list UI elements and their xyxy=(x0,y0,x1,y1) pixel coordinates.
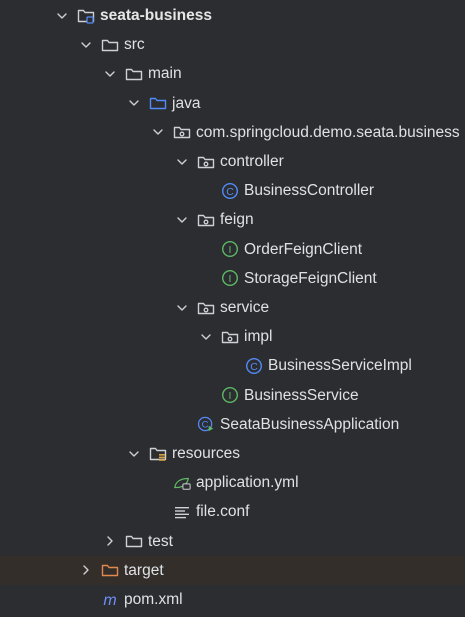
tree-node-label: file.conf xyxy=(196,503,250,521)
tree-node-controller[interactable]: controller xyxy=(0,147,465,176)
tree-node-label: seata-business xyxy=(100,7,212,24)
package-icon xyxy=(197,153,215,171)
tree-node-seatabusinessapplication[interactable]: C SeataBusinessApplication xyxy=(0,410,465,439)
excluded-folder-icon xyxy=(101,561,119,579)
chevron-down-icon[interactable] xyxy=(199,330,213,344)
tree-node-label: resources xyxy=(172,445,241,462)
tree-node-label: application.yml xyxy=(196,474,299,492)
interface-icon: I xyxy=(221,386,239,404)
project-tree: seata-business src main java com.springcloud… xyxy=(0,0,465,617)
chevron-down-icon[interactable] xyxy=(151,125,165,139)
tree-node-resources[interactable]: resources xyxy=(0,439,465,468)
interface-icon: I xyxy=(221,240,239,258)
folder-icon xyxy=(101,36,119,54)
package-icon xyxy=(173,123,191,141)
chevron-down-icon[interactable] xyxy=(175,213,189,227)
tree-node-label: controller xyxy=(220,153,284,170)
package-icon xyxy=(197,211,215,229)
tree-node-impl[interactable]: impl xyxy=(0,322,465,351)
resources-folder-icon xyxy=(149,445,167,463)
tree-node-businessservice[interactable]: I BusinessService xyxy=(0,381,465,410)
tree-node-file-conf[interactable]: file.conf xyxy=(0,497,465,526)
chevron-right-icon[interactable] xyxy=(103,534,117,548)
tree-node-label: src xyxy=(124,36,145,54)
tree-node-label: java xyxy=(172,94,201,112)
tree-node-seata-business[interactable]: seata-business xyxy=(0,1,465,30)
tree-node-label: main xyxy=(148,65,182,83)
class-icon: C xyxy=(221,182,239,200)
spring-boot-class-icon: C xyxy=(197,415,215,433)
svg-text:C: C xyxy=(202,420,209,431)
tree-node-label: com.springcloud.demo.seata.business xyxy=(196,123,460,141)
tree-node-service[interactable]: service xyxy=(0,293,465,322)
module-folder-icon xyxy=(77,7,95,25)
tree-node-src[interactable]: src xyxy=(0,30,465,59)
tree-node-label: BusinessServiceImpl xyxy=(268,357,412,375)
chevron-down-icon[interactable] xyxy=(127,447,141,461)
tree-node-pom-xml[interactable]: m pom.xml xyxy=(0,585,465,614)
svg-text:I: I xyxy=(229,244,232,256)
folder-icon xyxy=(125,532,143,550)
tree-node-target[interactable]: target xyxy=(0,555,465,585)
chevron-down-icon[interactable] xyxy=(79,38,93,52)
tree-node-label: service xyxy=(220,299,270,316)
tree-node-label: StorageFeignClient xyxy=(244,269,377,287)
tree-node-businessserviceimpl[interactable]: C BusinessServiceImpl xyxy=(0,351,465,380)
package-icon xyxy=(221,328,239,346)
tree-node-test[interactable]: test xyxy=(0,527,465,556)
folder-icon xyxy=(125,65,143,83)
yaml-icon xyxy=(173,474,191,492)
tree-node-java[interactable]: java xyxy=(0,89,465,118)
interface-icon: I xyxy=(221,269,239,287)
tree-node-label: test xyxy=(148,532,173,550)
chevron-right-icon[interactable] xyxy=(79,563,93,577)
tree-node-orderfeignclient[interactable]: I OrderFeignClient xyxy=(0,235,465,264)
tree-node-label: BusinessController xyxy=(244,182,375,200)
svg-text:C: C xyxy=(226,185,234,197)
tree-node-label: BusinessService xyxy=(244,386,359,404)
chevron-down-icon[interactable] xyxy=(55,9,69,23)
tree-node-label: SeataBusinessApplication xyxy=(220,415,400,433)
svg-text:C: C xyxy=(250,361,258,373)
tree-node-main[interactable]: main xyxy=(0,59,465,88)
class-icon: C xyxy=(245,357,263,375)
source-folder-icon xyxy=(149,94,167,112)
tree-node-businesscontroller[interactable]: C BusinessController xyxy=(0,176,465,205)
tree-node-label: OrderFeignClient xyxy=(244,240,363,258)
tree-node-com-springcloud-demo-seata-business[interactable]: com.springcloud.demo.seata.business xyxy=(0,118,465,147)
svg-text:I: I xyxy=(229,273,232,285)
text-file-icon xyxy=(173,503,191,521)
svg-text:m: m xyxy=(103,592,116,608)
chevron-down-icon[interactable] xyxy=(127,96,141,110)
chevron-down-icon[interactable] xyxy=(175,301,189,315)
tree-node-label: impl xyxy=(244,328,273,346)
tree-node-label: pom.xml xyxy=(124,591,183,608)
svg-text:I: I xyxy=(229,390,232,402)
tree-node-storagefeignclient[interactable]: I StorageFeignClient xyxy=(0,264,465,293)
maven-icon: m xyxy=(101,591,119,609)
tree-node-application-yml[interactable]: application.yml xyxy=(0,468,465,497)
tree-node-label: feign xyxy=(220,211,254,229)
package-icon xyxy=(197,299,215,317)
tree-node-label: target xyxy=(124,561,164,579)
chevron-down-icon[interactable] xyxy=(175,155,189,169)
chevron-down-icon[interactable] xyxy=(103,67,117,81)
tree-node-feign[interactable]: feign xyxy=(0,205,465,234)
